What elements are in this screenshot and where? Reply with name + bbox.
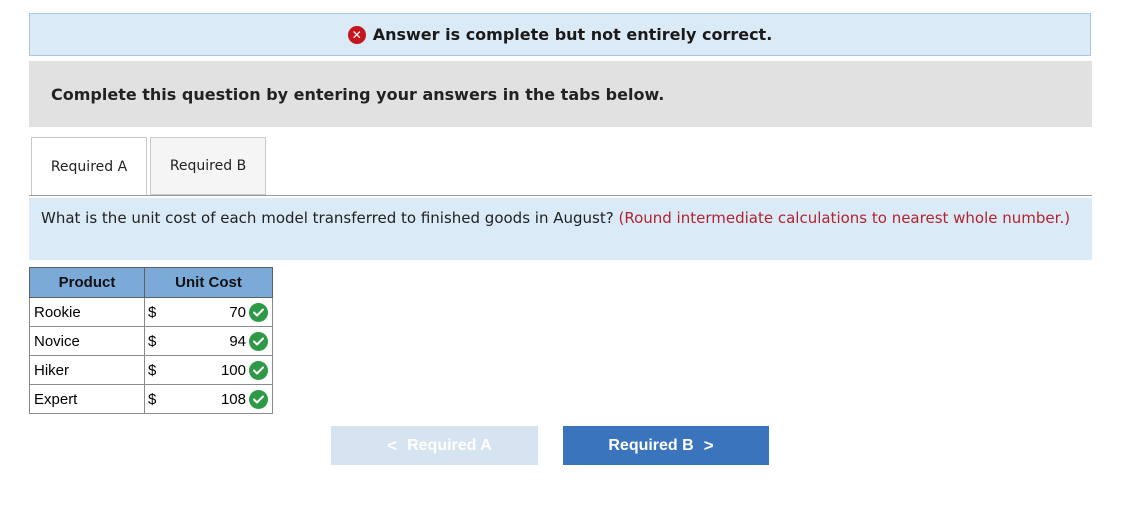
unit-cost-cell: $ 70 bbox=[144, 297, 273, 327]
unit-cost-input[interactable]: 108 bbox=[162, 391, 249, 408]
unit-cost-input[interactable]: 70 bbox=[162, 304, 249, 321]
instructions-text: Complete this question by entering your … bbox=[51, 84, 665, 104]
unit-cost-input[interactable]: 94 bbox=[162, 333, 249, 350]
product-name: Hiker bbox=[29, 355, 145, 385]
table-header-row: Product Unit Cost bbox=[29, 267, 273, 298]
tab-required-b[interactable]: Required B bbox=[150, 137, 266, 195]
table-row: Expert $ 108 bbox=[29, 384, 273, 414]
chevron-left-icon: < bbox=[387, 435, 398, 455]
table-row: Novice $ 94 bbox=[29, 326, 273, 356]
question-prompt: What is the unit cost of each model tran… bbox=[29, 198, 1092, 260]
header-product: Product bbox=[29, 267, 145, 298]
tab-required-a[interactable]: Required A bbox=[31, 137, 147, 196]
check-mark-icon bbox=[249, 389, 268, 409]
table-row: Hiker $ 100 bbox=[29, 355, 273, 385]
unit-cost-cell: $ 108 bbox=[144, 384, 273, 414]
next-required-b-button[interactable]: Required B > bbox=[563, 426, 769, 465]
prev-button-label: Required A bbox=[407, 436, 492, 454]
unit-cost-table: Product Unit Cost Rookie $ 70 Novice $ 9… bbox=[29, 267, 273, 414]
tab-divider bbox=[29, 195, 1092, 196]
prev-required-a-button[interactable]: < Required A bbox=[331, 426, 538, 465]
answer-status-banner: ✕ Answer is complete but not entirely co… bbox=[29, 13, 1091, 56]
x-circle-icon: ✕ bbox=[347, 25, 366, 44]
question-text: What is the unit cost of each model tran… bbox=[41, 209, 614, 227]
check-mark-icon bbox=[249, 302, 268, 322]
chevron-right-icon: > bbox=[703, 435, 714, 455]
product-name: Expert bbox=[29, 384, 145, 414]
check-mark-icon bbox=[249, 360, 268, 380]
unit-cost-input[interactable]: 100 bbox=[162, 362, 249, 379]
product-name: Novice bbox=[29, 326, 145, 356]
tab-label: Required B bbox=[169, 158, 247, 174]
currency-symbol: $ bbox=[148, 361, 157, 379]
header-unit-cost: Unit Cost bbox=[144, 267, 273, 298]
rounding-note: (Round intermediate calculations to near… bbox=[618, 209, 1071, 227]
answer-status-text: Answer is complete but not entirely corr… bbox=[372, 25, 773, 44]
product-name: Rookie bbox=[29, 297, 145, 327]
table-row: Rookie $ 70 bbox=[29, 297, 273, 327]
currency-symbol: $ bbox=[148, 332, 157, 350]
check-mark-icon bbox=[249, 331, 268, 351]
unit-cost-cell: $ 100 bbox=[144, 355, 273, 385]
currency-symbol: $ bbox=[148, 303, 157, 321]
unit-cost-cell: $ 94 bbox=[144, 326, 273, 356]
tab-label: Required A bbox=[50, 159, 128, 175]
instructions-panel: Complete this question by entering your … bbox=[29, 61, 1092, 127]
next-button-label: Required B bbox=[608, 436, 694, 454]
currency-symbol: $ bbox=[148, 390, 157, 408]
